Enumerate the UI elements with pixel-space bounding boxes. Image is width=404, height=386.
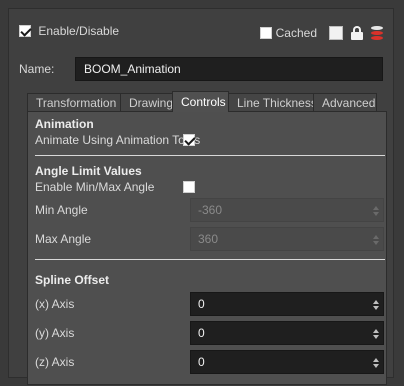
min-angle-value: -360 — [198, 203, 223, 217]
color-swatch[interactable] — [329, 26, 343, 40]
x-axis-label: (x) Axis — [35, 297, 75, 311]
max-angle-label: Max Angle — [35, 232, 92, 246]
min-angle-field[interactable]: -360 — [190, 198, 384, 222]
tab-transformation[interactable]: Transformation — [27, 93, 121, 111]
angle-limit-section-title: Angle Limit Values — [35, 164, 142, 178]
min-angle-spinner-icon[interactable] — [373, 206, 379, 216]
header-tools: Cached — [259, 23, 383, 43]
animate-tools-label: Animate Using Animation Tools — [35, 133, 201, 147]
divider — [35, 259, 385, 260]
z-axis-spinner-icon[interactable] — [373, 358, 379, 368]
enable-min-max-label: Enable Min/Max Angle — [35, 180, 155, 194]
controls-panel: Animation Animate Using Animation Tools … — [27, 111, 387, 385]
animate-tools-checkbox[interactable] — [183, 134, 195, 146]
y-axis-label: (y) Axis — [35, 326, 75, 340]
enable-label: Enable/Disable — [38, 23, 120, 38]
y-axis-spinner-icon[interactable] — [373, 329, 379, 339]
max-angle-spinner-icon[interactable] — [373, 235, 379, 245]
min-angle-label: Min Angle — [35, 203, 88, 217]
divider — [35, 155, 385, 156]
cached-label: Cached — [275, 26, 317, 40]
tab-controls[interactable]: Controls — [172, 91, 229, 112]
tab-advanced[interactable]: Advanced — [313, 93, 377, 111]
max-angle-field[interactable]: 360 — [190, 227, 384, 251]
y-axis-field[interactable]: 0 — [190, 321, 384, 345]
tab-bar: Transformation Drawing Controls Line Thi… — [27, 91, 387, 112]
header-row: Enable/Disable Cached — [19, 23, 383, 43]
enable-min-max-checkbox[interactable] — [183, 181, 195, 193]
name-row: Name: — [19, 57, 383, 81]
z-axis-label: (z) Axis — [35, 355, 75, 369]
cached-checkbox[interactable] — [259, 27, 272, 39]
x-axis-value: 0 — [198, 297, 205, 311]
name-input[interactable] — [75, 57, 383, 81]
enable-checkbox[interactable] — [19, 24, 31, 37]
layer-properties-window: Enable/Disable Cached Name: Transformati… — [8, 8, 394, 385]
y-axis-value: 0 — [198, 326, 205, 340]
database-icon[interactable] — [371, 26, 383, 40]
x-axis-spinner-icon[interactable] — [373, 300, 379, 310]
max-angle-value: 360 — [198, 232, 219, 246]
tab-line-thickness[interactable]: Line Thickness — [228, 93, 317, 111]
name-label: Name: — [19, 62, 55, 76]
z-axis-field[interactable]: 0 — [190, 350, 384, 374]
z-axis-value: 0 — [198, 355, 205, 369]
animation-section-title: Animation — [35, 117, 94, 131]
lock-icon[interactable] — [351, 26, 363, 40]
x-axis-field[interactable]: 0 — [190, 292, 384, 316]
tab-drawing[interactable]: Drawing — [120, 93, 173, 111]
spline-offset-section-title: Spline Offset — [35, 273, 110, 287]
